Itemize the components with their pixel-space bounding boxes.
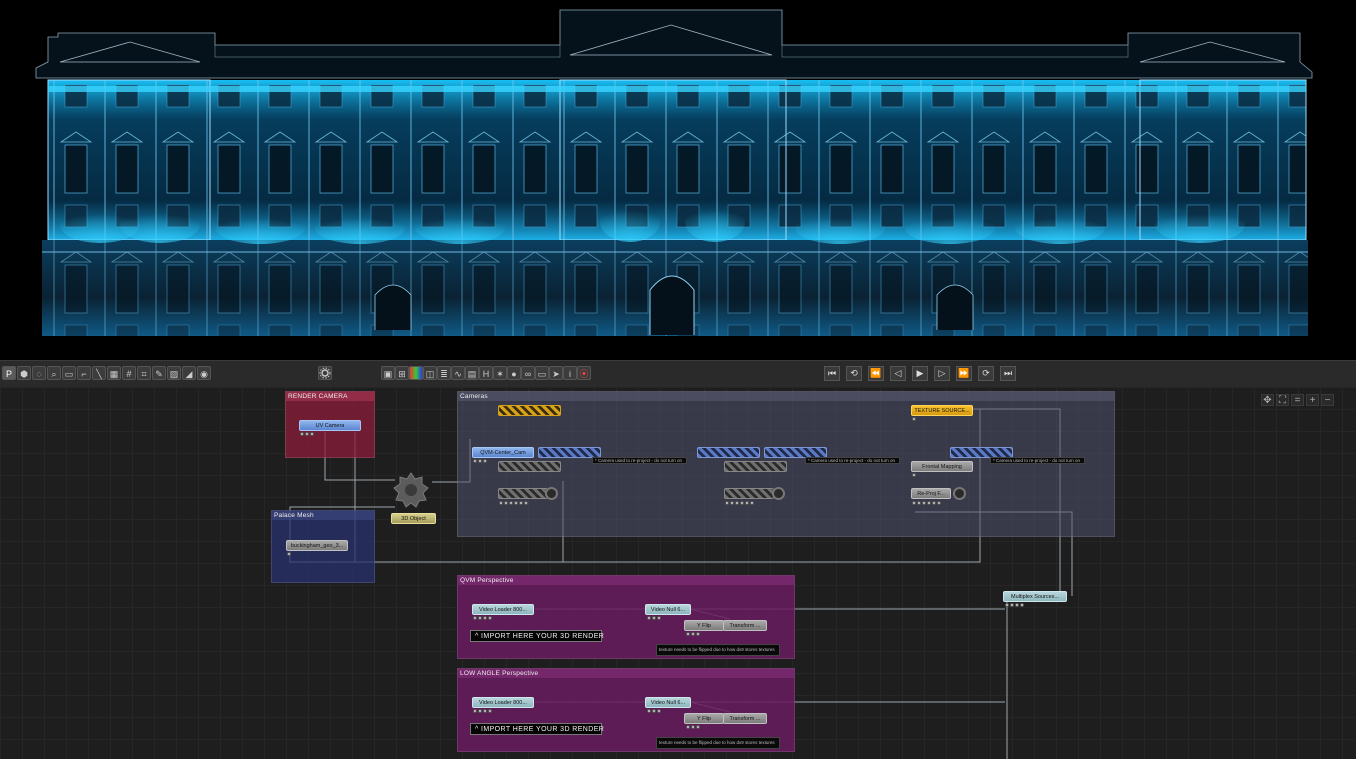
sphere-icon[interactable]: ● [507, 366, 521, 380]
loop-icon[interactable]: ⟲ [846, 366, 862, 381]
node-low-y-flip[interactable]: Y Flip [684, 713, 724, 724]
group-title: RENDER CAMERA [288, 393, 348, 400]
cursor-icon[interactable]: ➤ [549, 366, 563, 380]
palace-facade-render [35, 9, 1313, 336]
node-qvm-y-flip[interactable]: Y Flip [684, 620, 724, 631]
select-tool-icon[interactable]: ▭ [62, 366, 76, 380]
hd-icon[interactable]: H [479, 366, 493, 380]
record-icon[interactable]: ⦿ [577, 366, 591, 380]
node-ports[interactable] [686, 632, 700, 637]
link-icon[interactable]: ∞ [521, 366, 535, 380]
info-icon[interactable]: i [563, 366, 577, 380]
note-camera-reproject-3: * Camera used to re-project - do not tur… [990, 457, 1085, 464]
node-reproject-output-2[interactable] [724, 488, 774, 499]
note-camera-reproject-2: * Camera used to re-project - do not tur… [805, 457, 900, 464]
step-back-icon[interactable]: ◁ [890, 366, 906, 381]
star-icon[interactable]: ✶ [493, 366, 507, 380]
node-buckingham-geo[interactable]: buckingham_geo_3... [286, 540, 348, 551]
node-ports[interactable] [725, 501, 754, 506]
node-ports[interactable] [300, 432, 314, 437]
node-ports[interactable] [647, 616, 661, 621]
knob-icon[interactable] [953, 487, 966, 500]
line-tool-icon[interactable]: ╲ [92, 366, 106, 380]
crop-tool-icon[interactable]: ⌗ [137, 366, 151, 380]
grid-tool-icon[interactable]: ▦ [107, 366, 121, 380]
node-uv-camera[interactable]: UV Camera [299, 420, 361, 431]
main-toolbar: P ⬢ ◌ ⌕ ▭ ⌐ ╲ ▦ # ⌗ ✎ ▨ ◢ ◉ ▣ ⊞ ◫ ≣ ∿ ▤ H ✶ ● ∞ ▭ ➤ i ⦿ ⏮ ⟲ ⏪ ◁ ▶ ▷ ⏩ ⟳ ⏭ [0, 360, 1356, 388]
node-ports[interactable] [287, 552, 291, 557]
lasso-tool-icon[interactable]: ◌ [32, 366, 46, 380]
node-re-proj[interactable]: Re-Proj F... [911, 488, 951, 499]
group-title: Palace Mesh [274, 512, 314, 519]
number-tool-icon[interactable]: # [122, 366, 136, 380]
node-graph-canvas[interactable]: ✥ ⛶ = + − RENDER CAMERA UV Camera Palace… [0, 387, 1356, 759]
note-qvm-flip: texture needs to be flipped due to how d… [656, 644, 780, 656]
ramp-tool-icon[interactable]: ◢ [182, 366, 196, 380]
node-texture-source[interactable]: TEXTURE SOURCE... [911, 405, 973, 416]
grid-view-icon[interactable]: ⊞ [395, 366, 409, 380]
node-multiplex-sources[interactable]: Multiplex Sources... [1003, 591, 1067, 602]
node-qvm-center-cam[interactable]: QVM-Center_Cam [472, 447, 534, 458]
zoom-tool-icon[interactable]: ⌕ [47, 366, 61, 380]
node-reproject-camera-2[interactable] [697, 447, 760, 458]
node-ports[interactable] [473, 459, 487, 464]
node-qvm-video-null[interactable]: Video Null 6... [645, 604, 691, 615]
note-qvm-import: ^ IMPORT HERE YOUR 3D RENDER [470, 630, 604, 642]
display-icon[interactable]: ▣ [381, 366, 395, 380]
paint-tool-icon[interactable]: ✎ [152, 366, 166, 380]
step-forward-icon[interactable]: ▷ [934, 366, 950, 381]
3d-object-gear-icon[interactable] [392, 471, 430, 509]
mode-p-button[interactable]: P [2, 366, 16, 380]
node-ports[interactable] [912, 501, 941, 506]
node-ports[interactable] [647, 709, 661, 714]
node-frontal-mapping[interactable]: Frontal Mapping [911, 461, 973, 472]
note-low-flip: texture needs to be flipped due to how d… [656, 737, 780, 749]
layers-icon[interactable]: ≣ [437, 366, 451, 380]
fast-forward-icon[interactable]: ⏩ [956, 366, 972, 381]
node-low-transform[interactable]: Transform ... [723, 713, 767, 724]
color-icon[interactable] [409, 366, 423, 380]
node-low-video-loader[interactable]: Video Loader 800... [472, 697, 534, 708]
group-title: LOW ANGLE Perspective [460, 670, 539, 677]
node-ports[interactable] [499, 501, 528, 506]
group-title: QVM Perspective [460, 577, 514, 584]
3d-viewport[interactable] [0, 0, 1356, 360]
node-disabled-camera[interactable] [498, 405, 561, 416]
curve-icon[interactable]: ∿ [451, 366, 465, 380]
node-ports[interactable] [912, 473, 916, 478]
hatch-tool-icon[interactable]: ▨ [167, 366, 181, 380]
node-low-video-null[interactable]: Video Null 6... [645, 697, 691, 708]
node-reproject-output-1[interactable] [498, 488, 548, 499]
node-ports[interactable] [1005, 603, 1024, 608]
play-icon[interactable]: ▶ [912, 366, 928, 381]
node-reproject-mesh-2[interactable] [724, 461, 787, 472]
knob-icon[interactable] [772, 487, 785, 500]
note-camera-reproject: * Camera used to re-project - do not tur… [592, 457, 687, 464]
group-title: Cameras [460, 393, 488, 400]
rewind-icon[interactable]: ⏪ [868, 366, 884, 381]
cycle-icon[interactable]: ⟳ [978, 366, 994, 381]
skip-end-icon[interactable]: ⏭ [1000, 366, 1016, 381]
hexagon-tool-icon[interactable]: ⬢ [17, 366, 31, 380]
gear-icon[interactable] [318, 366, 332, 380]
node-ports[interactable] [686, 725, 700, 730]
node-ports[interactable] [473, 616, 492, 621]
panel-icon[interactable]: ▤ [465, 366, 479, 380]
node-qvm-video-loader[interactable]: Video Loader 800... [472, 604, 534, 615]
wire-tool-icon[interactable]: ⌐ [77, 366, 91, 380]
circle-tool-icon[interactable]: ◉ [197, 366, 211, 380]
node-ports[interactable] [473, 709, 492, 714]
knob-icon[interactable] [545, 487, 558, 500]
screen-icon[interactable]: ▭ [535, 366, 549, 380]
node-3d-object[interactable]: 3D Object [391, 513, 436, 524]
note-low-import: ^ IMPORT HERE YOUR 3D RENDER [470, 723, 604, 735]
node-qvm-transform[interactable]: Transform ... [723, 620, 767, 631]
skip-start-icon[interactable]: ⏮ [824, 366, 840, 381]
node-ports[interactable] [912, 417, 916, 422]
node-reproject-mesh-1[interactable] [498, 461, 561, 472]
cube-icon[interactable]: ◫ [423, 366, 437, 380]
